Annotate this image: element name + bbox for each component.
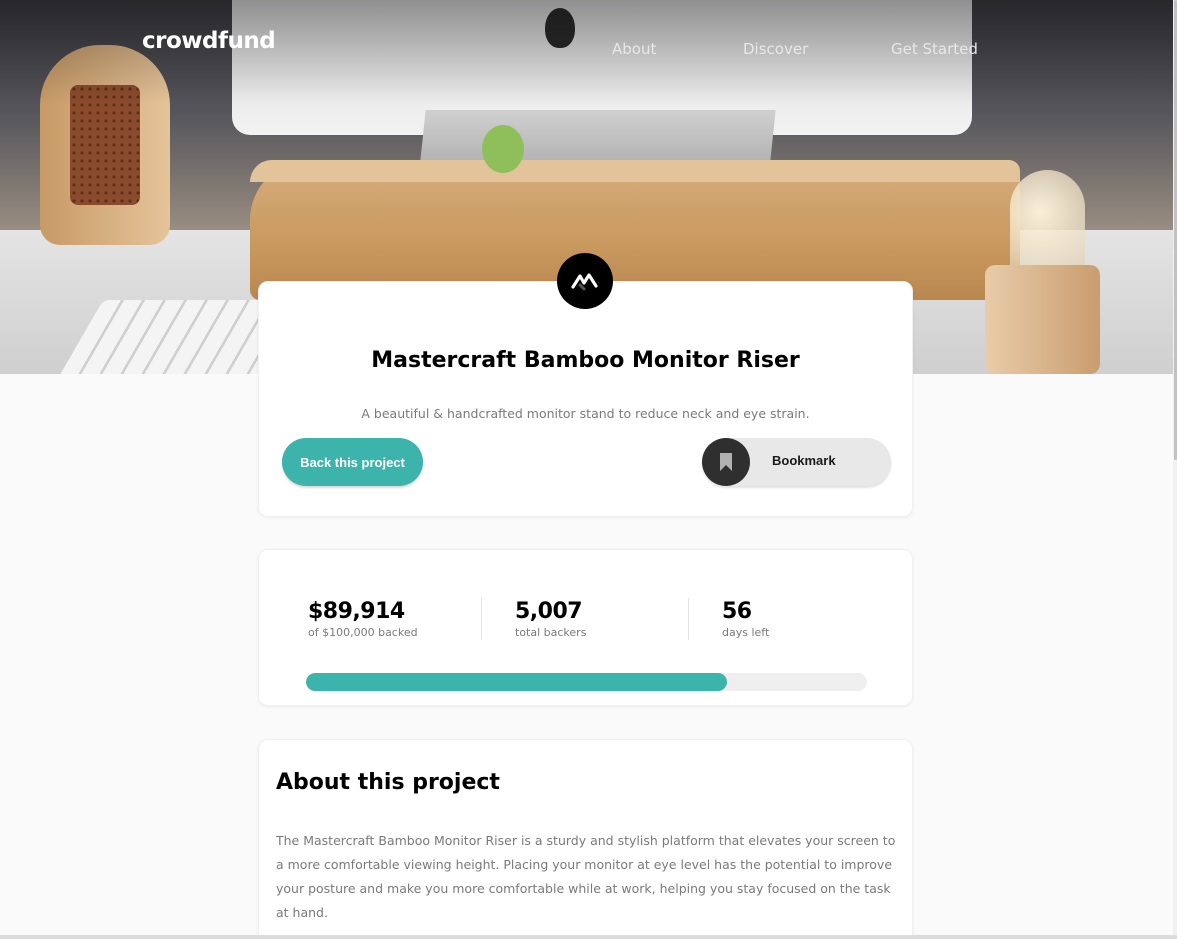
project-title: Mastercraft Bamboo Monitor Riser [371, 348, 800, 373]
funding-progress-fill [306, 673, 727, 691]
days-left-label: days left [722, 626, 770, 639]
stat-backers: 5,007 total backers [515, 598, 586, 640]
horizontal-scrollbar[interactable] [0, 935, 1177, 939]
funding-progress-bar [306, 673, 867, 691]
days-left-count: 56 [722, 599, 752, 624]
stat-days: 56 days left [722, 598, 769, 640]
page: crowdfund About Discover Get Started Mas… [0, 0, 1177, 939]
stat-backed: $89,914 of $100,000 backed [308, 598, 418, 640]
backed-label: of $100,000 backed [308, 626, 418, 639]
about-text: The Mastercraft Bamboo Monitor Riser is … [276, 833, 896, 920]
nav-discover[interactable]: Discover [743, 40, 808, 58]
stat-divider [481, 598, 482, 640]
bookmark-button[interactable]: Bookmark [702, 438, 891, 486]
stats-card: $89,914 of $100,000 backed 5,007 total b… [258, 549, 913, 706]
backed-amount: $89,914 [308, 599, 405, 624]
nav-get-started[interactable]: Get Started [891, 40, 978, 58]
backers-count: 5,007 [515, 599, 583, 624]
bookmark-icon [702, 438, 750, 486]
mastercraft-logo-icon [557, 253, 613, 309]
bookmark-label: Bookmark [772, 453, 836, 468]
main-nav: About Discover Get Started [0, 40, 1173, 62]
stat-divider [688, 598, 689, 640]
about-title: About this project [276, 770, 500, 795]
nav-about[interactable]: About [612, 40, 656, 58]
project-card: Mastercraft Bamboo Monitor Riser A beaut… [258, 281, 913, 517]
backers-label: total backers [515, 626, 587, 639]
project-description: A beautiful & handcrafted monitor stand … [361, 406, 810, 421]
back-project-button[interactable]: Back this project [282, 438, 423, 486]
about-card: About this project The Mastercraft Bambo… [258, 739, 913, 939]
